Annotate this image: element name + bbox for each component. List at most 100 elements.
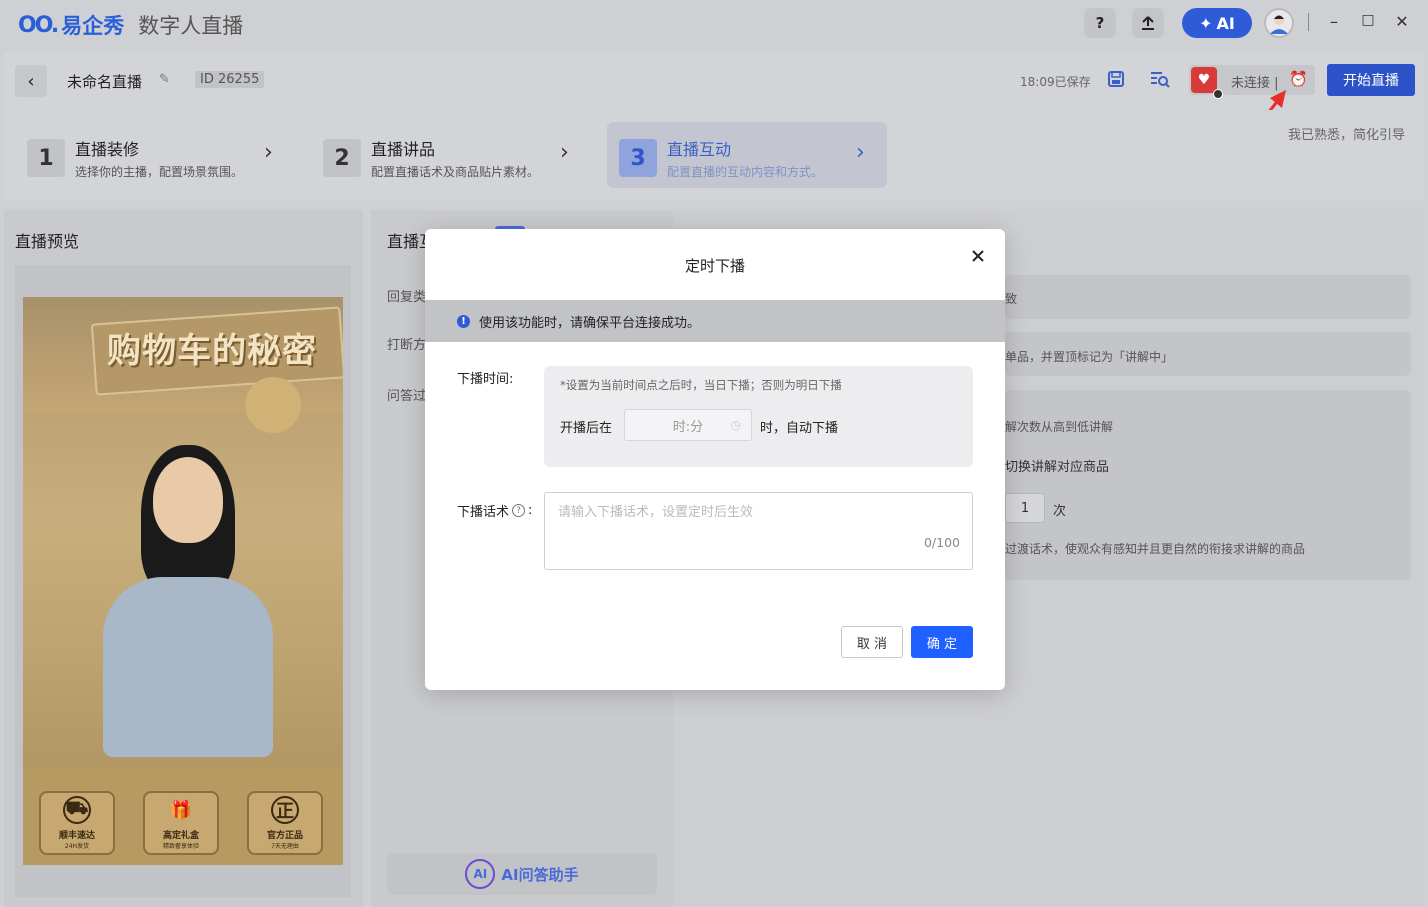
feature-card: 🎁 高定礼盒 精致奢享体验 bbox=[143, 791, 219, 855]
host-body bbox=[103, 577, 273, 757]
speech-label: 下播话术 bbox=[457, 505, 510, 520]
clock-icon: ◷ bbox=[730, 418, 741, 432]
step-1-title: 直播装修 bbox=[75, 140, 140, 159]
step-2-number: 2 bbox=[323, 139, 361, 177]
end-time-prefix: 开播后在 bbox=[560, 421, 613, 436]
upload-icon bbox=[1142, 16, 1154, 30]
menu-item-interrupt[interactable]: 打断方 bbox=[387, 334, 426, 353]
logo-text: 易企秀 bbox=[61, 14, 125, 38]
info-icon: ! bbox=[457, 314, 470, 328]
simplify-guide-link[interactable]: 我已熟悉，简化引导 bbox=[1288, 124, 1405, 143]
feature-card: ⛟ 顺丰速达 24H发货 bbox=[39, 791, 115, 855]
list-search-icon bbox=[1151, 72, 1170, 88]
help-button[interactable]: ? bbox=[1084, 8, 1116, 38]
feature-title: 高定礼盒 bbox=[162, 831, 199, 841]
back-icon: ‹ bbox=[27, 70, 35, 92]
feature-row: ⛟ 顺丰速达 24H发货 🎁 高定礼盒 精致奢享体验 正 官方正品 7天无理由 bbox=[39, 791, 323, 855]
ai-assistant-label: AI问答助手 bbox=[501, 865, 579, 884]
char-counter: 0/100 bbox=[923, 535, 960, 550]
dialog-close-button[interactable] bbox=[968, 244, 988, 268]
save-icon bbox=[1108, 71, 1124, 87]
settings-row[interactable] bbox=[1005, 275, 1411, 319]
end-time-box: *设置为当前时间点之后时，当日下播；否则为明日下播 开播后在 时:分 ◷ 时，自… bbox=[544, 366, 973, 467]
host-face bbox=[153, 457, 223, 543]
end-speech-textarea[interactable]: 请输入下播话术，设置定时后生效 0/100 bbox=[544, 492, 973, 570]
feature-title: 顺丰速达 bbox=[58, 831, 95, 841]
end-time-suffix: 时，自动下播 bbox=[760, 421, 839, 436]
step-2-title: 直播讲品 bbox=[371, 140, 436, 159]
feature-sub: 精致奢享体验 bbox=[162, 843, 199, 850]
chevron-right-icon: › bbox=[856, 140, 865, 165]
genuine-icon: 正 bbox=[271, 796, 299, 824]
start-live-button[interactable]: 开始直播 bbox=[1327, 64, 1415, 96]
upload-button[interactable] bbox=[1132, 8, 1164, 38]
help-icon: ? bbox=[1095, 14, 1105, 32]
step-3-desc: 配置直播的互动内容和方式。 bbox=[667, 165, 824, 179]
scheduled-end-dialog: 定时下播 ! 使用该功能时，请确保平台连接成功。 下播时间: *设置为当前时间点… bbox=[425, 229, 1005, 690]
confirm-button[interactable]: 确 定 bbox=[911, 626, 973, 658]
step-1-desc: 选择你的主播，配置场景氛围。 bbox=[75, 165, 244, 179]
menu-item-qa[interactable]: 问答过 bbox=[387, 385, 426, 404]
maximize-button[interactable]: □ bbox=[1358, 12, 1378, 28]
ai-button-label: AI bbox=[1216, 13, 1235, 33]
search-script-button[interactable] bbox=[1149, 68, 1171, 90]
id-badge: ID 26255 bbox=[195, 71, 265, 88]
sparkle-icon: ✦ bbox=[1199, 13, 1213, 33]
cancel-button[interactable]: 取 消 bbox=[841, 626, 903, 658]
live-title: 未命名直播 bbox=[67, 73, 143, 91]
step-1-number: 1 bbox=[27, 139, 65, 177]
step-2[interactable]: 2 直播讲品 配置直播话术及商品贴片素材。 bbox=[323, 136, 539, 180]
chevron-right-icon: › bbox=[560, 140, 569, 165]
step-3-title: 直播互动 bbox=[667, 140, 732, 159]
titlebar-divider bbox=[1308, 13, 1309, 31]
feature-card: 正 官方正品 7天无理由 bbox=[247, 791, 323, 855]
help-circle-icon[interactable]: ? bbox=[512, 504, 526, 517]
decor-ball bbox=[245, 377, 301, 433]
back-button[interactable]: ‹ bbox=[15, 65, 47, 97]
ai-button[interactable]: ✦ AI bbox=[1182, 8, 1252, 38]
app-subtitle: 数字人直播 bbox=[138, 14, 244, 38]
preview-banner-text: 购物车的秘密 bbox=[107, 331, 317, 371]
feature-sub: 7天无理由 bbox=[271, 843, 299, 850]
app-logo: OO. 易企秀 数字人直播 bbox=[18, 10, 243, 40]
time-picker-placeholder: 时:分 bbox=[672, 419, 704, 435]
speech-label-colon: : bbox=[528, 503, 533, 518]
minimize-button[interactable]: – bbox=[1324, 12, 1344, 31]
truck-icon: ⛟ bbox=[63, 796, 91, 824]
time-picker-input[interactable]: 时:分 ◷ bbox=[624, 409, 752, 441]
preview-title: 直播预览 bbox=[15, 232, 80, 251]
feature-title: 官方正品 bbox=[266, 831, 303, 841]
step-1[interactable]: 1 直播装修 选择你的主播，配置场景氛围。 bbox=[27, 136, 243, 180]
digital-host bbox=[103, 437, 273, 757]
edit-title-icon[interactable]: ✎ bbox=[159, 72, 170, 87]
gift-icon: 🎁 bbox=[169, 799, 193, 821]
alert-text: 使用该功能时，请确保平台连接成功。 bbox=[479, 315, 701, 331]
chevron-right-icon: › bbox=[264, 140, 273, 165]
user-avatar-icon bbox=[1270, 15, 1288, 34]
save-button[interactable] bbox=[1105, 68, 1127, 90]
live-preview-image: 购物车的秘密 ⛟ 顺丰速达 24H发货 🎁 高定礼盒 精致奢享体验 正 官方正品… bbox=[23, 297, 343, 865]
end-time-label: 下播时间: bbox=[457, 372, 514, 387]
settings-row-text: 切换讲解对应商品 bbox=[1005, 460, 1110, 475]
close-icon bbox=[972, 250, 984, 262]
dialog-title: 定时下播 bbox=[684, 257, 745, 275]
user-avatar[interactable] bbox=[1264, 8, 1294, 38]
settings-row-text: 致 bbox=[1005, 292, 1018, 306]
settings-row-text: 解次数从高到低讲解 bbox=[1005, 420, 1114, 434]
save-status: 18:09已保存 bbox=[1020, 75, 1091, 89]
settings-row-text: 过渡话术，使观众有感知并且更自然的衔接求讲解的商品 bbox=[1005, 542, 1306, 556]
menu-item-reply[interactable]: 回复类 bbox=[387, 286, 426, 305]
step-3[interactable]: 3 直播互动 配置直播的互动内容和方式。 bbox=[619, 136, 823, 180]
settings-row-text: 单品，并置顶标记为「讲解中」 bbox=[1005, 350, 1174, 364]
logo-mark: OO. bbox=[18, 12, 59, 38]
feature-sub: 24H发货 bbox=[64, 843, 90, 850]
id-value: 26255 bbox=[218, 72, 260, 87]
count-unit: 次 bbox=[1053, 504, 1067, 519]
speech-label-wrap: 下播话术 ? : bbox=[457, 501, 532, 520]
end-speech-placeholder: 请输入下播话术，设置定时后生效 bbox=[558, 505, 754, 520]
close-window-button[interactable]: ✕ bbox=[1392, 12, 1412, 31]
count-input[interactable]: 1 bbox=[1005, 493, 1045, 523]
step-3-number: 3 bbox=[619, 139, 657, 177]
ai-assistant-button[interactable]: AI AI问答助手 bbox=[387, 853, 657, 895]
step-2-desc: 配置直播话术及商品贴片素材。 bbox=[371, 165, 540, 179]
